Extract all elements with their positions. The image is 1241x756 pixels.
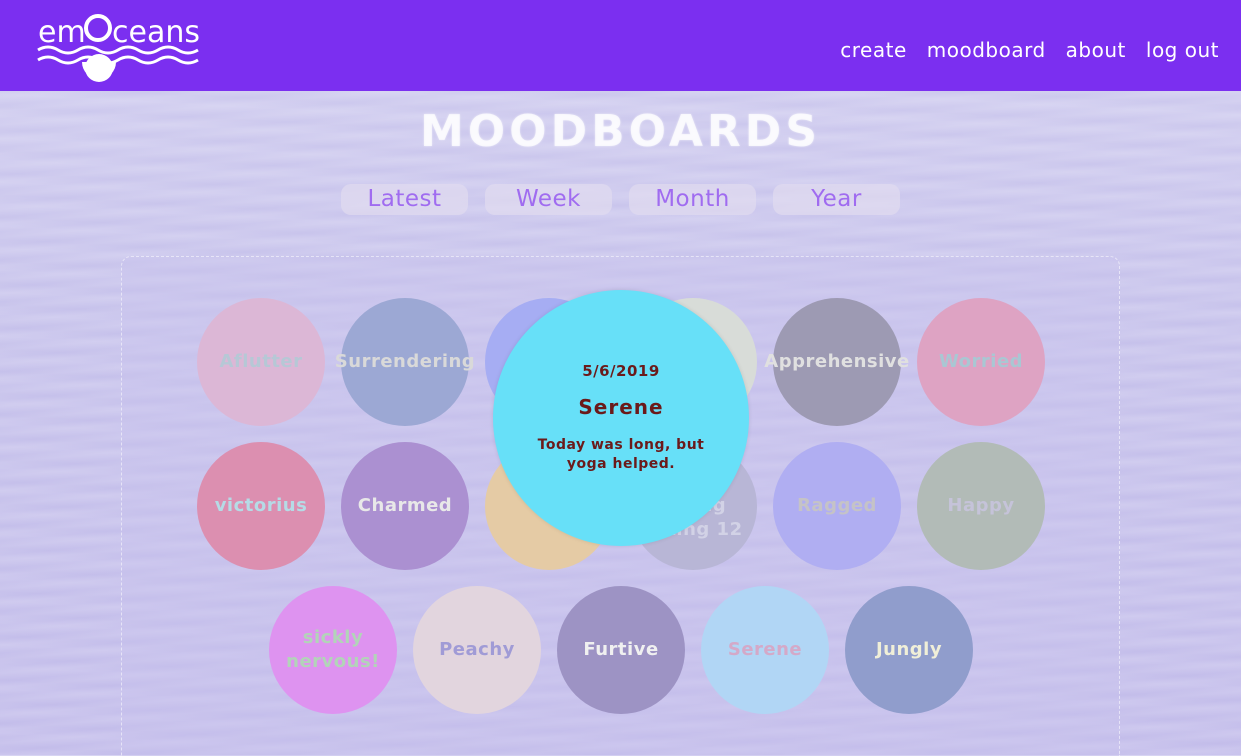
mood-label: Happy (947, 495, 1015, 516)
mood-circle[interactable]: Peachy (413, 586, 541, 714)
time-range-tabs: Latest Week Month Year (341, 184, 900, 215)
mood-label: Ragged (797, 495, 877, 516)
top-navigation-bar: em ceans create moodboard about log out (0, 0, 1241, 91)
mood-circle[interactable]: Charmed (341, 442, 469, 570)
mood-detail-popup[interactable]: 5/6/2019 Serene Today was long, but yoga… (493, 290, 749, 546)
nav-moodboard[interactable]: moodboard (927, 38, 1046, 62)
mood-label: Charmed (357, 495, 453, 516)
tab-latest[interactable]: Latest (341, 184, 468, 215)
mood-circle[interactable]: Worried (917, 298, 1045, 426)
mood-circle[interactable]: Furtive (557, 586, 685, 714)
tab-week[interactable]: Week (485, 184, 612, 215)
emoceans-logo[interactable]: em ceans (36, 4, 202, 84)
entry-date: 5/6/2019 (582, 362, 660, 380)
entry-feeling: Serene (578, 395, 664, 419)
svg-text:em: em (38, 15, 86, 50)
nav-log-out[interactable]: log out (1146, 38, 1219, 62)
mood-label: Peachy (439, 639, 515, 660)
mood-circle[interactable]: Apprehensive (764, 298, 909, 426)
nav-create[interactable]: create (840, 38, 907, 62)
mood-circle[interactable]: Jungly (845, 586, 973, 714)
mood-circle[interactable]: sickly nervous! (269, 586, 397, 714)
mood-circle[interactable]: Aflutter (197, 298, 325, 426)
tab-month[interactable]: Month (629, 184, 756, 215)
mood-label: Surrendering (334, 351, 476, 372)
mood-label: Aflutter (219, 351, 303, 372)
mood-label: sickly nervous! (286, 627, 380, 672)
tab-year[interactable]: Year (773, 184, 900, 215)
mood-label: Furtive (583, 639, 659, 660)
mood-circle[interactable]: Happy (917, 442, 1045, 570)
mood-circle[interactable]: Serene (701, 586, 829, 714)
main-nav: create moodboard about log out (840, 38, 1219, 62)
svg-text:ceans: ceans (112, 15, 200, 50)
entry-note: Today was long, but yoga helped. (537, 437, 705, 472)
mood-circle[interactable]: Surrendering (335, 298, 475, 426)
mood-circle[interactable]: victorius (197, 442, 325, 570)
mood-label: victorius (214, 495, 308, 516)
mood-label: Serene (727, 639, 803, 660)
page-title: MOODBOARDS (419, 106, 822, 157)
mood-label: Apprehensive (764, 351, 910, 372)
mood-circle[interactable]: Ragged (773, 442, 901, 570)
mood-label: Worried (938, 351, 1024, 372)
nav-about[interactable]: about (1066, 38, 1126, 62)
mood-label: Jungly (875, 639, 943, 660)
